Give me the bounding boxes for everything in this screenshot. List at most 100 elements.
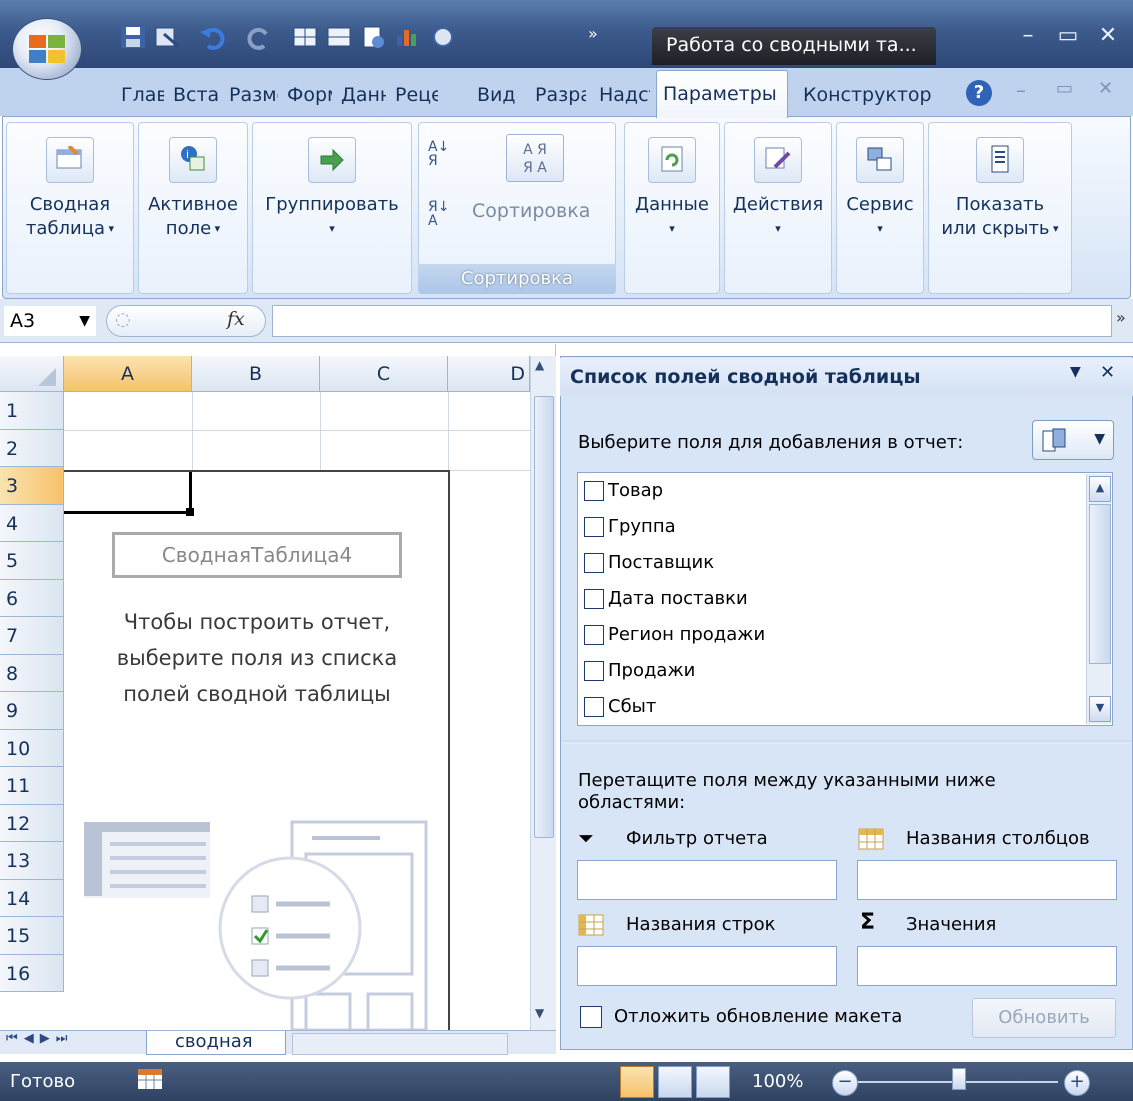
- row-header-4[interactable]: 4: [0, 504, 64, 542]
- scroll-down-icon[interactable]: ▼: [535, 1006, 544, 1020]
- field-checkbox[interactable]: [584, 661, 604, 681]
- row-header-2[interactable]: 2: [0, 429, 64, 467]
- ribbon-minimize-icon[interactable]: –: [1016, 78, 1026, 102]
- report-filter-dropzone[interactable]: [577, 860, 837, 900]
- scroll-down-icon[interactable]: ▼: [1089, 696, 1111, 722]
- tab-developer[interactable]: Разработчик: [530, 80, 586, 110]
- row-header-13[interactable]: 13: [0, 842, 64, 880]
- tab-design[interactable]: Конструктор: [798, 80, 948, 110]
- column-header-d[interactable]: D: [448, 356, 530, 392]
- tab-review[interactable]: Рецензирование: [390, 80, 438, 110]
- row-header-3[interactable]: 3: [0, 467, 64, 505]
- field-checkbox[interactable]: [584, 481, 604, 501]
- scroll-thumb[interactable]: [534, 396, 554, 838]
- row-header-1[interactable]: 1: [0, 392, 64, 430]
- sort-az-icon[interactable]: А↓ Я: [428, 140, 458, 180]
- expand-formula-icon[interactable]: »: [1116, 308, 1126, 327]
- page-setup-icon[interactable]: [358, 24, 388, 50]
- row-header-6[interactable]: 6: [0, 579, 64, 617]
- field-item[interactable]: Дата поставки: [584, 582, 748, 616]
- data-button[interactable]: Данные ▾: [624, 122, 720, 294]
- close-button[interactable]: ✕: [1090, 22, 1126, 52]
- field-list-scrollbar[interactable]: ▲ ▼: [1086, 474, 1111, 724]
- pane-menu-icon[interactable]: ▼: [1070, 364, 1081, 380]
- field-item[interactable]: Товар: [584, 474, 663, 508]
- page-break-view-icon[interactable]: [696, 1066, 730, 1098]
- actions-button[interactable]: Действия ▾: [724, 122, 832, 294]
- active-cell-a3[interactable]: [64, 472, 192, 514]
- row-header-16[interactable]: 16: [0, 954, 64, 992]
- row-header-15[interactable]: 15: [0, 917, 64, 955]
- insert-row-icon[interactable]: [290, 24, 320, 50]
- row-header-9[interactable]: 9: [0, 692, 64, 730]
- field-item[interactable]: Регион продажи: [584, 618, 765, 652]
- group-button[interactable]: Группировать ▾: [252, 122, 412, 294]
- field-checkbox[interactable]: [584, 625, 604, 645]
- sort-za-icon[interactable]: Я↓ А: [428, 200, 458, 240]
- minimize-button[interactable]: –: [1010, 22, 1046, 52]
- undo-icon[interactable]: [198, 24, 228, 50]
- defer-update-checkbox[interactable]: [580, 1006, 602, 1028]
- circle-icon[interactable]: [428, 24, 458, 50]
- normal-view-icon[interactable]: [620, 1066, 654, 1098]
- zoom-slider-thumb[interactable]: [952, 1068, 966, 1090]
- field-checkbox[interactable]: [584, 517, 604, 537]
- tools-button[interactable]: Сервис ▾: [836, 122, 924, 294]
- pane-close-icon[interactable]: ✕: [1100, 362, 1115, 383]
- scroll-up-icon[interactable]: ▲: [1089, 476, 1111, 502]
- formula-input[interactable]: [272, 305, 1112, 337]
- page-layout-view-icon[interactable]: [658, 1066, 692, 1098]
- row-header-8[interactable]: 8: [0, 654, 64, 692]
- row-header-14[interactable]: 14: [0, 879, 64, 917]
- row-header-12[interactable]: 12: [0, 804, 64, 842]
- save-icon[interactable]: [118, 24, 148, 50]
- field-item[interactable]: Группа: [584, 510, 676, 544]
- row-header-7[interactable]: 7: [0, 617, 64, 655]
- row-header-5[interactable]: 5: [0, 542, 64, 580]
- field-item[interactable]: Поставщик: [584, 546, 714, 580]
- pivot-table-button[interactable]: Сводная таблица ▾: [6, 122, 134, 294]
- show-hide-button[interactable]: Показать или скрыть ▾: [928, 122, 1072, 294]
- tab-formulas[interactable]: Формулы: [282, 80, 332, 110]
- zoom-in-icon[interactable]: +: [1064, 1070, 1090, 1096]
- scroll-up-icon[interactable]: ▲: [535, 358, 544, 372]
- field-checkbox[interactable]: [584, 697, 604, 717]
- name-box[interactable]: A3 ▼: [4, 306, 96, 336]
- sheet-nav-icon[interactable]: ⏮◀▶⏭: [6, 1031, 73, 1046]
- chart-icon[interactable]: [392, 24, 422, 50]
- tab-view[interactable]: Вид: [472, 80, 528, 110]
- field-checkbox[interactable]: [584, 589, 604, 609]
- ribbon-restore-icon[interactable]: ▭: [1056, 78, 1073, 99]
- tab-options[interactable]: Параметры: [656, 70, 788, 118]
- chevron-down-icon[interactable]: ▼: [79, 306, 90, 336]
- layout-dropdown[interactable]: ▼: [1032, 420, 1114, 460]
- maximize-button[interactable]: ▭: [1050, 22, 1086, 52]
- redo-icon[interactable]: [244, 24, 274, 50]
- zoom-out-icon[interactable]: −: [832, 1070, 858, 1096]
- tab-page-layout[interactable]: Разметка страницы: [224, 80, 278, 110]
- column-header-b[interactable]: B: [192, 356, 320, 392]
- delete-row-icon[interactable]: [324, 24, 354, 50]
- row-labels-dropzone[interactable]: [577, 946, 837, 986]
- print-preview-icon[interactable]: [152, 24, 182, 50]
- sort-button[interactable]: Сортировка: [472, 200, 612, 222]
- row-header-11[interactable]: 11: [0, 767, 64, 805]
- help-icon[interactable]: ?: [966, 80, 992, 106]
- fill-handle[interactable]: [186, 508, 194, 516]
- column-labels-dropzone[interactable]: [857, 860, 1117, 900]
- insert-function-button[interactable]: fx: [227, 308, 245, 330]
- scroll-thumb[interactable]: [1089, 504, 1111, 664]
- field-checkbox[interactable]: [584, 553, 604, 573]
- column-header-a[interactable]: A: [64, 356, 192, 392]
- qat-more-icon[interactable]: »: [588, 24, 598, 43]
- pane-divider[interactable]: [562, 740, 1131, 744]
- row-header-10[interactable]: 10: [0, 729, 64, 767]
- field-item[interactable]: Продажи: [584, 654, 695, 688]
- macro-record-icon[interactable]: [136, 1066, 164, 1092]
- update-button[interactable]: Обновить: [972, 998, 1116, 1038]
- name-box-resize-icon[interactable]: ◌: [115, 309, 131, 330]
- tab-home[interactable]: Главная: [116, 80, 164, 110]
- select-all-corner[interactable]: [0, 356, 64, 392]
- tab-insert[interactable]: Вставка: [168, 80, 220, 110]
- vertical-scrollbar[interactable]: ▲ ▼: [530, 356, 556, 1030]
